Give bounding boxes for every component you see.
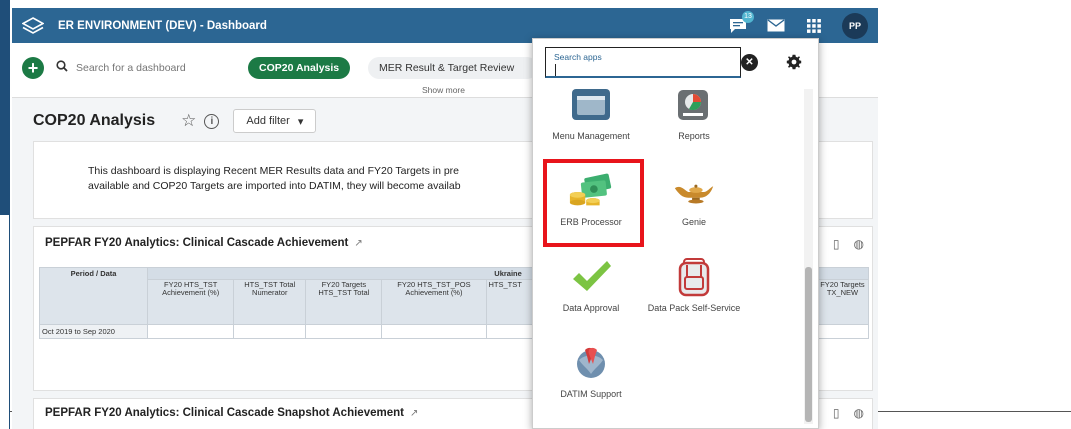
star-icon[interactable]: ☆ — [181, 111, 196, 131]
item-actions: ▯ ◍ — [833, 237, 864, 251]
add-filter-button[interactable]: Add filter ▾ — [233, 109, 317, 133]
dashboard-title: COP20 Analysis — [33, 112, 156, 129]
item-title: PEPFAR FY20 Analytics: Clinical Cascade … — [45, 407, 418, 419]
info-icon[interactable]: i — [204, 113, 220, 129]
reports-icon — [671, 85, 717, 125]
app-label: Data Pack Self-Service — [647, 303, 741, 313]
globe-icon[interactable]: ◍ — [854, 237, 864, 251]
menu-management-icon — [568, 85, 614, 125]
app-label: Reports — [678, 131, 710, 141]
app-label: Genie — [681, 217, 707, 227]
column-header[interactable]: FY20 Targets HTS_TST Total — [305, 279, 383, 325]
app-label: DATIM Support — [560, 389, 622, 399]
info-text-line-1: This dashboard is displaying Recent MER … — [88, 165, 460, 177]
app-data-pack-self-service[interactable]: Data Pack Self-Service — [646, 257, 742, 313]
info-text: This dashboard is displaying Recent MER … — [88, 164, 461, 194]
table-view-icon[interactable]: ▯ — [833, 406, 840, 420]
item-title-text: PEPFAR FY20 Analytics: Clinical Cascade … — [45, 237, 349, 249]
apps-search-input[interactable] — [554, 64, 734, 75]
apps-scrollbar-thumb[interactable] — [805, 267, 812, 422]
row-label: Oct 2019 to Sep 2020 — [38, 324, 149, 339]
checkmark-icon — [568, 257, 614, 297]
mail-icon[interactable] — [766, 17, 786, 35]
chip-mer-result-target-review[interactable]: MER Result & Target Review — [368, 57, 538, 79]
corner-header: Period / Data — [38, 267, 149, 325]
column-header[interactable]: FY20 HTS_TST_POS Achievement (%) — [381, 279, 487, 325]
backpack-icon — [671, 257, 717, 297]
dhis2-logo-icon[interactable] — [22, 15, 44, 37]
table-cell — [147, 324, 235, 339]
column-header[interactable]: FY20 HTS_TST Achievement (%) — [147, 279, 235, 325]
external-link-icon[interactable]: ↗ — [354, 238, 362, 249]
table-view-icon[interactable]: ▯ — [833, 237, 840, 251]
app-data-approval[interactable]: Data Approval — [543, 257, 639, 313]
table-cell — [381, 324, 487, 339]
item-title: PEPFAR FY20 Analytics: Clinical Cascade … — [45, 237, 363, 249]
app-menu-management[interactable]: Menu Management — [543, 85, 639, 141]
app-label: Data Approval — [562, 303, 620, 313]
external-link-icon[interactable]: ↗ — [410, 408, 418, 419]
app-datim-support[interactable]: DATIM Support — [543, 343, 639, 399]
app-title: ER ENVIRONMENT (DEV) - Dashboard — [58, 19, 267, 32]
app-label: Menu Management — [552, 131, 630, 141]
apps-grid-icon[interactable] — [804, 17, 824, 35]
add-filter-label: Add filter — [246, 115, 290, 127]
caret-down-icon: ▾ — [297, 115, 304, 128]
apps-search-field[interactable]: Search apps — [545, 47, 741, 78]
clear-search-icon[interactable]: ✕ — [741, 54, 758, 71]
column-header[interactable]: FY20 Targets TX_NEW — [815, 279, 870, 325]
apps-search-label: Search apps — [554, 52, 602, 62]
globe-icon[interactable]: ◍ — [854, 406, 864, 420]
table-cell — [233, 324, 307, 339]
column-header[interactable]: HTS_TST Total Numerator — [233, 279, 307, 325]
app-genie[interactable]: Genie — [646, 171, 742, 227]
dashboard-search-input[interactable] — [76, 62, 226, 74]
left-blue-strip — [0, 0, 10, 215]
app-reports[interactable]: Reports — [646, 85, 742, 141]
user-avatar[interactable]: PP — [842, 12, 868, 39]
genie-lamp-icon — [671, 171, 717, 211]
search-icon — [56, 59, 68, 77]
show-more-link[interactable]: Show more — [422, 85, 465, 95]
message-count-badge: 13 — [742, 10, 754, 23]
gear-icon[interactable] — [784, 52, 804, 72]
table-cell — [815, 324, 870, 339]
item-actions: ▯ ◍ — [833, 406, 864, 420]
datim-support-icon — [568, 343, 614, 383]
chip-cop20-analysis[interactable]: COP20 Analysis — [248, 57, 351, 79]
left-border-line — [9, 215, 10, 429]
add-dashboard-button[interactable]: + — [22, 57, 44, 79]
dashboard-search — [56, 59, 226, 77]
highlight-box — [543, 159, 644, 247]
table-cell — [305, 324, 383, 339]
messages-icon[interactable]: 13 — [728, 10, 754, 35]
info-text-line-2: available and COP20 Targets are imported… — [88, 180, 461, 192]
item-title-text: PEPFAR FY20 Analytics: Clinical Cascade … — [45, 407, 404, 419]
screenshot-page: ER ENVIRONMENT (DEV) - Dashboard 13 PP + — [0, 0, 1071, 429]
